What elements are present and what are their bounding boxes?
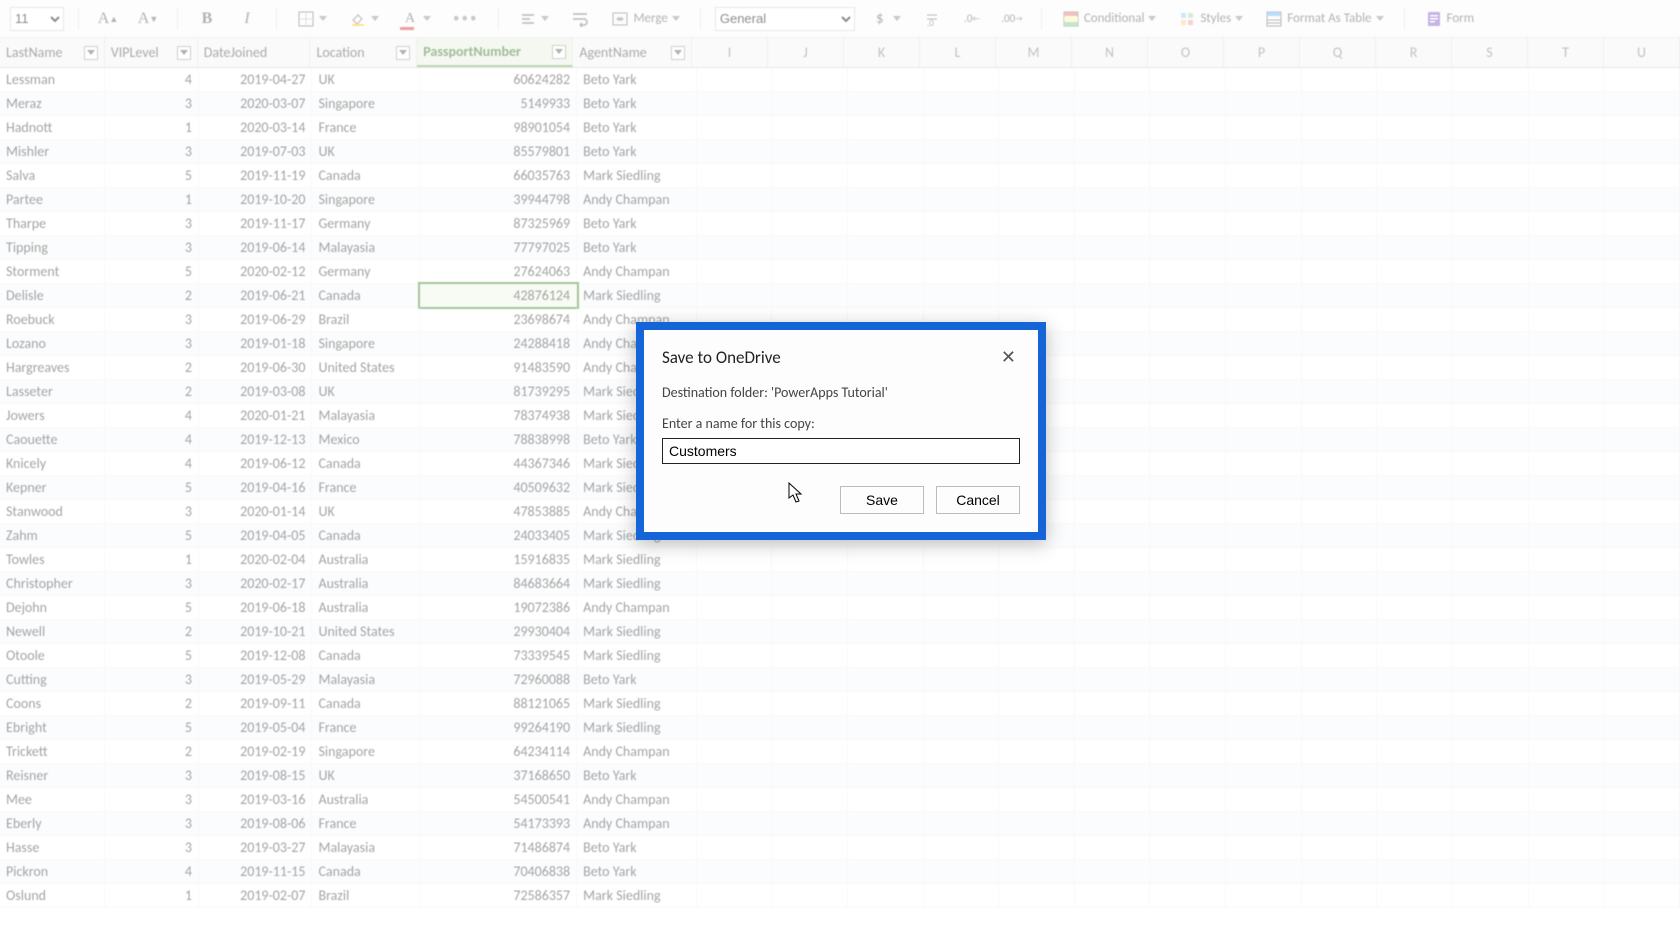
cancel-button[interactable]: Cancel: [936, 486, 1020, 514]
save-dialog: Save to OneDrive ✕ Destination folder: '…: [636, 322, 1046, 540]
dialog-title: Save to OneDrive: [662, 347, 781, 368]
prompt-label: Enter a name for this copy:: [662, 415, 1020, 432]
close-button[interactable]: ✕: [997, 346, 1020, 368]
destination-label: Destination folder: 'PowerApps Tutorial': [662, 384, 1020, 401]
save-button[interactable]: Save: [840, 486, 924, 514]
filename-input[interactable]: [662, 438, 1020, 464]
close-icon: ✕: [1001, 346, 1016, 368]
